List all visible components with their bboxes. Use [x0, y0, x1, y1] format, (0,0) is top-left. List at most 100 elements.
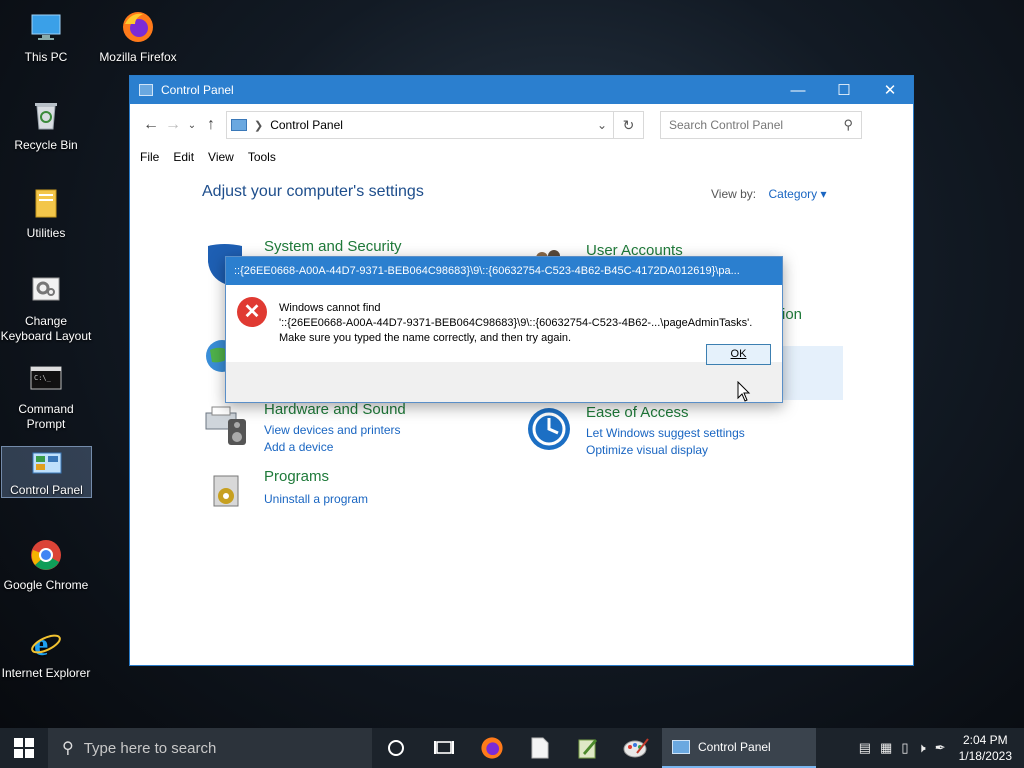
- forward-arrow-icon[interactable]: →: [162, 116, 184, 134]
- recent-locations-chevron-icon[interactable]: ⌄: [184, 120, 200, 131]
- ok-button[interactable]: OK: [706, 344, 771, 365]
- view-by-value[interactable]: Category: [768, 187, 817, 201]
- desktop-icon-label: Google Chrome: [3, 578, 89, 592]
- network-error-icon[interactable]: ▤: [859, 740, 871, 756]
- main-content: Adjust your computer's settings View by:…: [130, 168, 913, 666]
- taskbar-search-placeholder: Type here to search: [83, 739, 217, 757]
- ease-of-access-icon: [526, 406, 572, 452]
- desktop-icon-label: Recycle Bin: [14, 138, 78, 152]
- dialog-message-line2: '::{26EE0668-A00A-44D7-9371-BEB064C98683…: [279, 317, 753, 329]
- address-bar[interactable]: ❯ Control Panel ⌄ ↻: [226, 111, 644, 139]
- category-title[interactable]: System and Security: [264, 238, 402, 255]
- menu-view[interactable]: View: [208, 150, 234, 164]
- up-arrow-icon[interactable]: ↑: [200, 116, 222, 134]
- category-title[interactable]: Programs: [264, 468, 329, 485]
- dialog-title[interactable]: ::{26EE0668-A00A-44D7-9371-BEB064C98683}…: [226, 257, 782, 285]
- link-view-devices-and-printers[interactable]: View devices and printers: [264, 423, 401, 437]
- menu-bar: File Edit View Tools: [130, 146, 913, 168]
- navigation-bar: ← → ⌄ ↑ ❯ Control Panel ⌄ ↻ Search Contr…: [130, 104, 913, 146]
- back-arrow-icon[interactable]: ←: [140, 116, 162, 134]
- search-placeholder: Search Control Panel: [669, 118, 784, 132]
- link-let-windows-suggest-settings[interactable]: Let Windows suggest settings: [586, 426, 745, 440]
- start-button[interactable]: [0, 728, 48, 768]
- system-tray: ▤ ▦ ▯ 🕨 ✒ 2:04 PM 1/18/2023: [859, 728, 1024, 768]
- taskbar-notepad[interactable]: [564, 728, 612, 768]
- notepad-icon: [578, 739, 597, 759]
- programs-icon: [208, 470, 254, 516]
- menu-tools[interactable]: Tools: [248, 150, 276, 164]
- search-icon[interactable]: ⚲: [843, 117, 853, 133]
- view-by: View by: Category ▾: [711, 187, 827, 201]
- desktop-icon-firefox[interactable]: Mozilla Firefox: [92, 6, 184, 65]
- desktop-icon-utilities[interactable]: Utilities: [0, 182, 92, 241]
- control-panel-icon: [231, 119, 247, 131]
- desktop-icon-label: Utilities: [26, 226, 66, 240]
- color-palette-icon[interactable]: ▦: [880, 740, 892, 756]
- desktop-icon-command-prompt[interactable]: C:\_ Command Prompt: [0, 358, 92, 432]
- menu-edit[interactable]: Edit: [173, 150, 194, 164]
- task-view-button[interactable]: [420, 728, 468, 768]
- link-uninstall-a-program[interactable]: Uninstall a program: [264, 492, 368, 506]
- taskbar: ⚲ Type here to search Control Panel ▤ ▦ …: [0, 728, 1024, 768]
- window-title: Control Panel: [161, 83, 234, 97]
- close-button[interactable]: ✕: [867, 76, 913, 104]
- taskbar-firefox[interactable]: [468, 728, 516, 768]
- computer-icon: [29, 10, 63, 44]
- dialog-body: ✕ Windows cannot find '::{26EE0668-A00A-…: [226, 285, 782, 362]
- search-icon: ⚲: [62, 740, 74, 757]
- refresh-icon[interactable]: ↻: [613, 112, 643, 138]
- breadcrumb[interactable]: Control Panel: [270, 118, 343, 132]
- page-title: Adjust your computer's settings: [202, 183, 424, 200]
- link-add-a-device[interactable]: Add a device: [264, 440, 333, 454]
- control-panel-icon: [30, 451, 64, 477]
- desktop-icon-internet-explorer[interactable]: e Internet Explorer: [0, 622, 92, 681]
- window-titlebar[interactable]: Control Panel — ☐ ✕: [130, 76, 913, 104]
- error-icon: ✕: [237, 297, 267, 327]
- category-title[interactable]: Hardware and Sound: [264, 401, 406, 418]
- view-by-label: View by:: [711, 187, 757, 201]
- cortana-circle-icon: [388, 740, 404, 756]
- clock[interactable]: 2:04 PM 1/18/2023: [959, 732, 1012, 764]
- folder-icon: [29, 186, 63, 220]
- clock-time: 2:04 PM: [962, 733, 1008, 747]
- desktop-icon-this-pc[interactable]: This PC: [0, 6, 92, 65]
- terminal-icon: C:\_: [29, 362, 63, 396]
- cortana-button[interactable]: [372, 728, 420, 768]
- windows-logo-icon: [14, 738, 34, 758]
- usb-drive-icon[interactable]: ▯: [901, 740, 908, 756]
- desktop-icon-label: This PC: [24, 50, 68, 64]
- menu-file[interactable]: File: [140, 150, 159, 164]
- desktop-icon-label: Internet Explorer: [1, 666, 91, 680]
- desktop-icon-control-panel[interactable]: Control Panel: [1, 446, 92, 498]
- desktop-icon-label: Change Keyboard Layout: [0, 314, 92, 343]
- maximize-button[interactable]: ☐: [821, 76, 867, 104]
- taskbar-paint[interactable]: [612, 728, 660, 768]
- svg-text:C:\_: C:\_: [34, 374, 52, 382]
- error-dialog: ::{26EE0668-A00A-44D7-9371-BEB064C98683}…: [225, 256, 783, 403]
- category-title-partial[interactable]: ion: [782, 306, 802, 323]
- minimize-button[interactable]: —: [775, 76, 821, 104]
- desktop-icon-google-chrome[interactable]: Google Chrome: [0, 534, 92, 593]
- desktop-icon-label: Mozilla Firefox: [99, 50, 177, 64]
- internet-explorer-icon: e: [29, 626, 63, 662]
- firefox-icon: [121, 10, 155, 44]
- control-panel-icon: [672, 740, 690, 754]
- firefox-icon: [481, 737, 503, 759]
- taskbar-file[interactable]: [516, 728, 564, 768]
- volume-muted-icon[interactable]: 🕨: [918, 740, 926, 756]
- desktop-icon-label: Control Panel: [10, 483, 83, 497]
- breadcrumb-chevron-icon[interactable]: ❯: [254, 119, 263, 132]
- category-title[interactable]: Ease of Access: [586, 404, 689, 421]
- desktop-icon-recycle-bin[interactable]: Recycle Bin: [0, 94, 92, 153]
- link-optimize-visual-display[interactable]: Optimize visual display: [586, 443, 708, 457]
- mouse-cursor-icon: [737, 381, 751, 402]
- search-input[interactable]: Search Control Panel ⚲: [660, 111, 862, 139]
- taskbar-search-input[interactable]: ⚲ Type here to search: [48, 728, 372, 768]
- desktop-icon-change-keyboard-layout[interactable]: Change Keyboard Layout: [0, 270, 92, 344]
- address-dropdown-chevron-icon[interactable]: ⌄: [597, 118, 607, 132]
- dialog-message-line1: Windows cannot find: [279, 302, 381, 314]
- desktop-icon-label: Command Prompt: [18, 402, 74, 431]
- view-by-dropdown[interactable]: Category ▾: [768, 187, 826, 201]
- pen-icon[interactable]: ✒: [935, 740, 946, 756]
- taskbar-control-panel[interactable]: Control Panel: [662, 728, 816, 768]
